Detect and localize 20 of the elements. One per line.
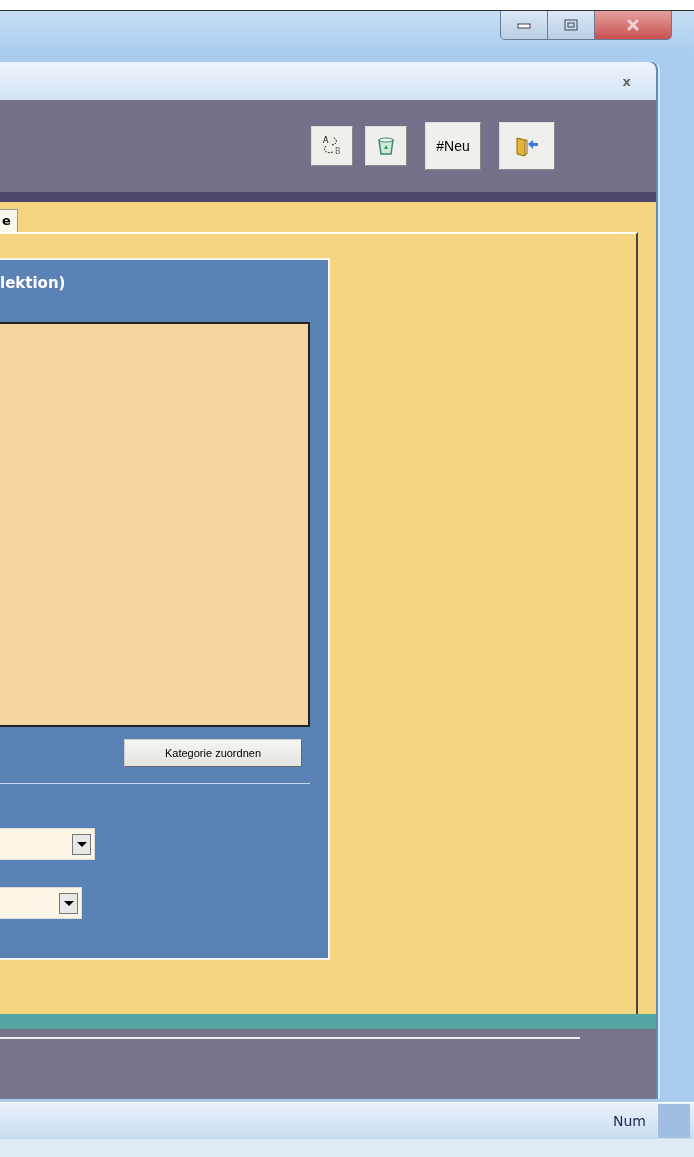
dropdown-field[interactable] [0,887,82,919]
maximize-icon [563,19,579,31]
minimize-button[interactable] [501,11,548,39]
close-icon [625,19,641,31]
dropdown-field[interactable] [0,828,95,860]
sort-button[interactable]: A B [311,126,353,166]
new-button[interactable]: #Neu [425,122,481,170]
tab[interactable]: e [0,209,18,232]
door-arrow-icon [514,135,540,157]
assign-category-button[interactable]: Kategorie zuordnen [124,739,302,767]
close-button[interactable] [595,11,671,39]
panel-title: lektion) [0,273,67,294]
close-button[interactable]: x [622,73,631,89]
exit-button[interactable] [499,122,555,170]
recycle-bin-button[interactable] [365,126,407,166]
maximize-button[interactable] [548,11,595,39]
bin-icon [375,135,397,157]
resize-grip-icon[interactable] [658,1104,690,1138]
minimize-icon [516,20,532,30]
num-lock-indicator: Num [613,1113,647,1129]
